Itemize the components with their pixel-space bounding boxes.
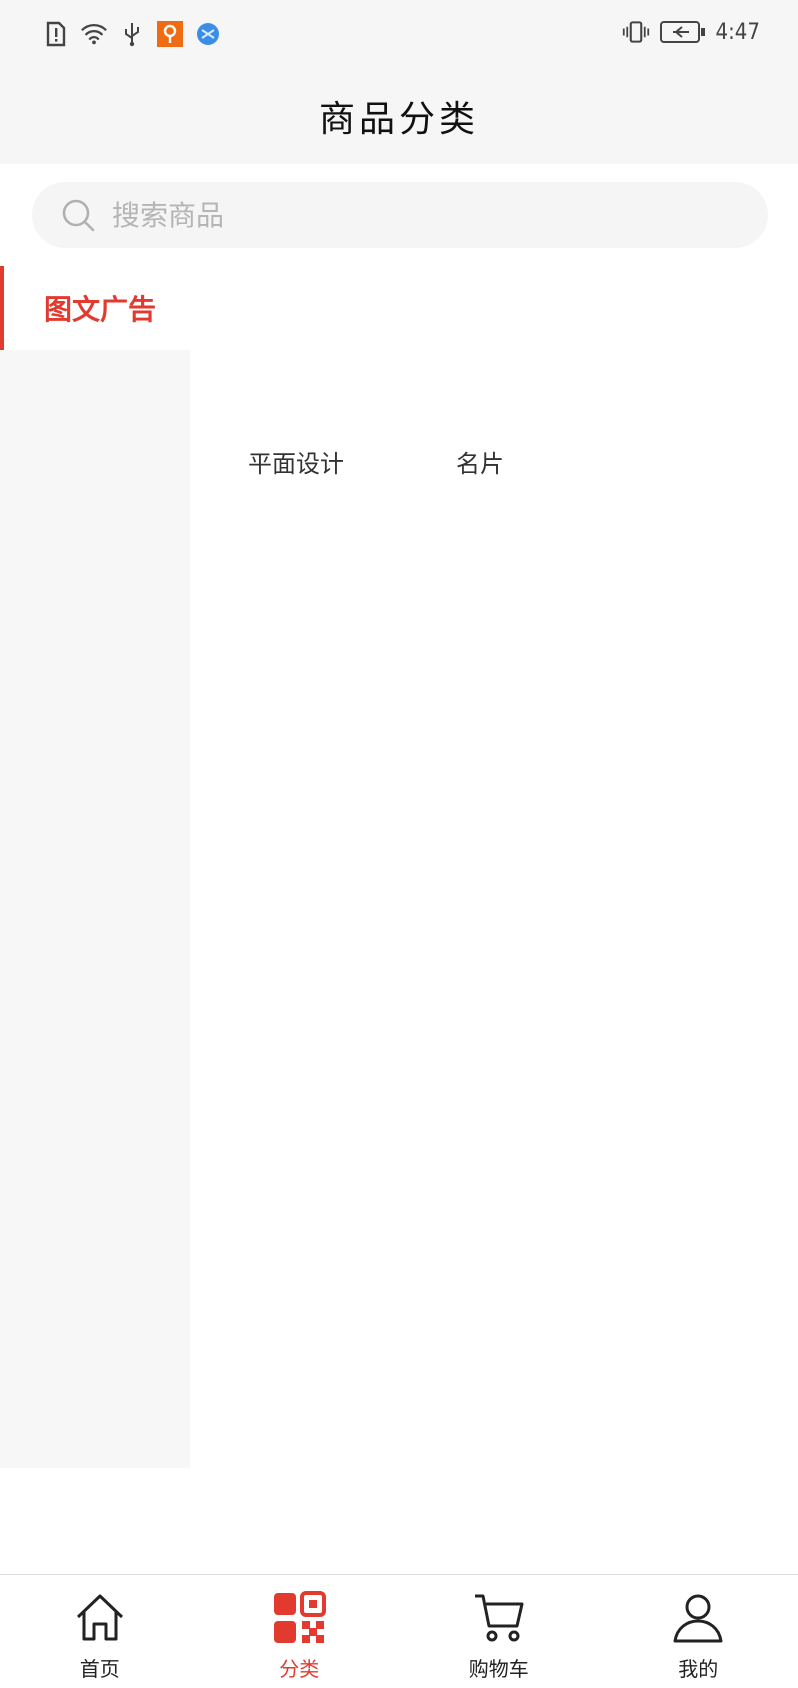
tab-category-label: 分类: [279, 1653, 319, 1682]
active-indicator: [0, 266, 4, 350]
page-title: 商品分类: [319, 90, 479, 142]
status-time: 4:47: [716, 20, 760, 45]
sidebar-item-label: 图文广告: [44, 288, 156, 328]
subcategory-panel: 平面设计 名片: [190, 266, 798, 1468]
subcategory-business-card[interactable]: 名片: [456, 444, 504, 479]
status-left-icons: [42, 20, 222, 48]
category-sidebar: 图文广告: [0, 266, 190, 1468]
battery-charging-icon: [660, 18, 706, 46]
search-bar[interactable]: [32, 182, 768, 248]
tab-home-label: 首页: [80, 1653, 120, 1682]
vibrate-icon: [622, 18, 650, 46]
tab-category[interactable]: 分类: [200, 1575, 400, 1688]
search-icon: [60, 197, 96, 233]
tab-cart[interactable]: 购物车: [399, 1575, 599, 1688]
subcategory-graphic-design[interactable]: 平面设计: [248, 444, 344, 479]
sim-alert-icon: [42, 20, 70, 48]
status-right-icons: 4:47: [622, 18, 760, 46]
tab-home[interactable]: 首页: [0, 1575, 200, 1688]
status-bar: 4:47: [0, 0, 798, 68]
tab-mine-label: 我的: [678, 1653, 718, 1682]
subcategory-list: 平面设计 名片: [248, 444, 616, 479]
search-input[interactable]: [110, 198, 674, 233]
usb-icon: [118, 20, 146, 48]
bottom-tab-bar: 首页 分类 购物车 我的: [0, 1574, 798, 1688]
app-notification-icon: [156, 20, 184, 48]
category-grid-icon: [272, 1591, 326, 1645]
tab-mine[interactable]: 我的: [599, 1575, 798, 1688]
cart-icon: [472, 1591, 526, 1645]
browser-icon: [194, 20, 222, 48]
tab-cart-label: 购物车: [469, 1653, 529, 1682]
user-icon: [671, 1591, 725, 1645]
wifi-icon: [80, 20, 108, 48]
sidebar-item-graphic-ads[interactable]: 图文广告: [0, 266, 190, 350]
home-icon: [73, 1591, 127, 1645]
header: 商品分类: [0, 68, 798, 164]
